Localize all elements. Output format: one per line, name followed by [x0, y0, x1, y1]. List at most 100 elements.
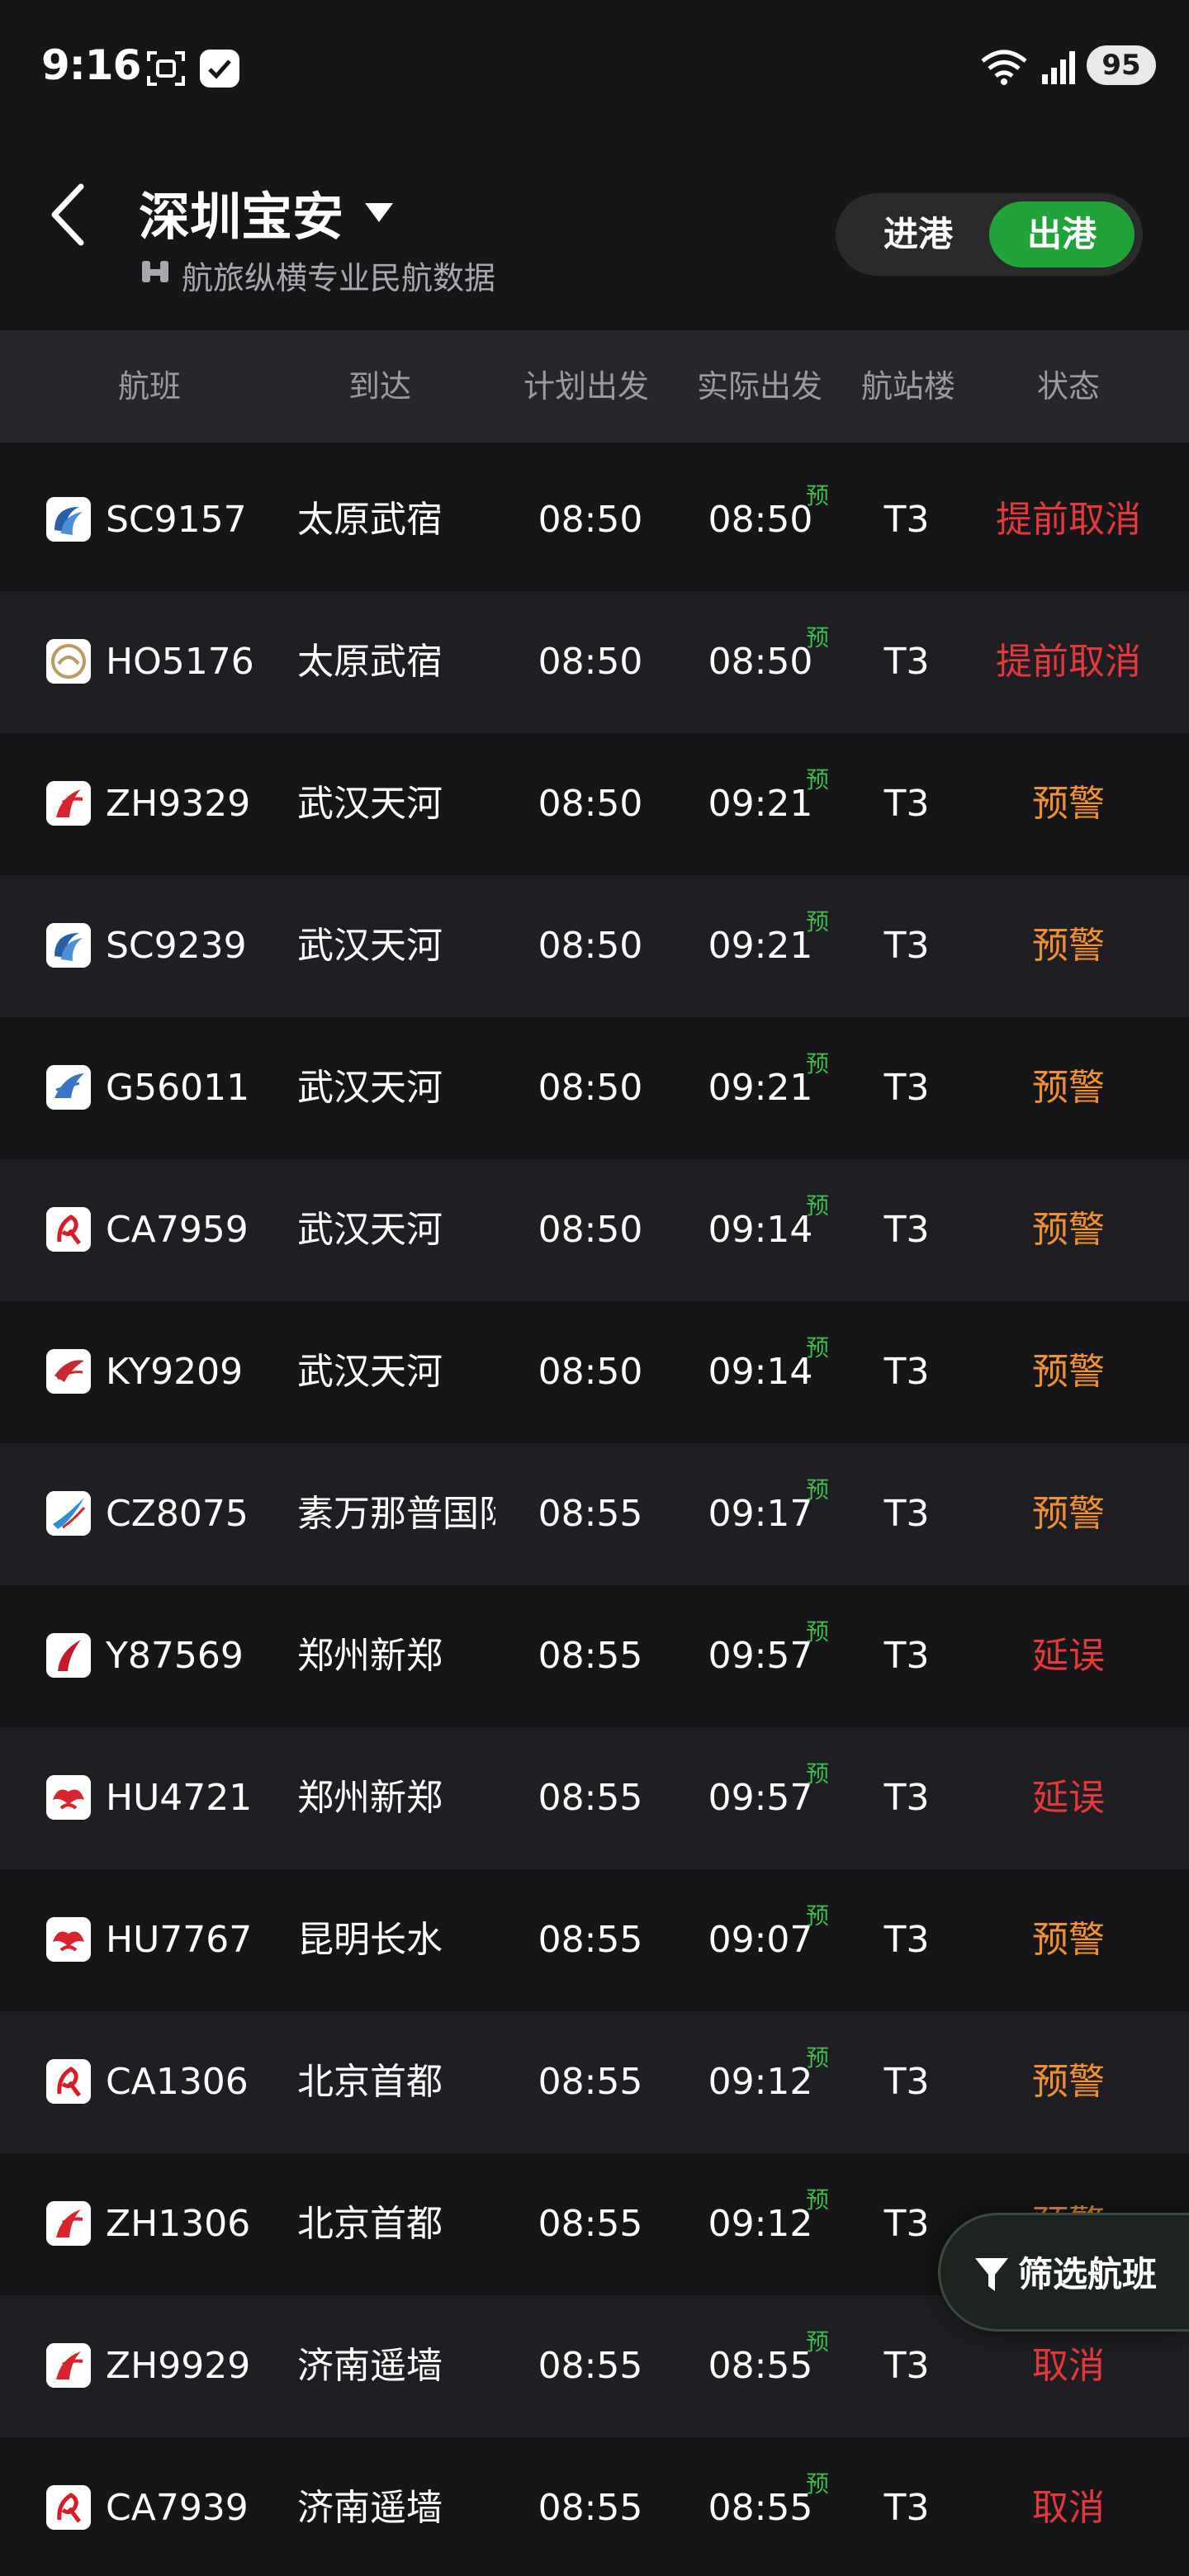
status-badge: 延误 — [1032, 1777, 1105, 1819]
tab-departures[interactable]: 出港 — [989, 201, 1135, 268]
shenzhen-airlines-icon — [46, 2343, 91, 2388]
flight-row[interactable]: CA7959 武汉天河 08:50 09:14 预 T3 预警 — [0, 1159, 1189, 1301]
flight-row[interactable]: SC9239 武汉天河 08:50 09:21 预 T3 预警 — [0, 875, 1189, 1017]
app-subtitle: 航旅纵横专业民航数据 — [182, 260, 496, 296]
caret-down-icon[interactable] — [363, 200, 395, 225]
flight-number: G56011 — [106, 1067, 250, 1109]
flight-number: Y87569 — [106, 1635, 244, 1677]
planned-departure: 08:50 — [538, 1351, 643, 1393]
destination: 武汉天河 — [297, 1209, 443, 1251]
air-china-icon — [46, 2059, 91, 2104]
col-terminal: 航站楼 — [860, 368, 955, 405]
hainan-airlines-icon — [46, 1917, 91, 1962]
planned-departure: 08:50 — [538, 1209, 643, 1251]
actual-departure: 08:50 — [708, 499, 813, 541]
destination: 北京首都 — [297, 2203, 443, 2245]
filter-flights-button[interactable]: 筛选航班 — [938, 2213, 1189, 2332]
flight-number: CA7939 — [106, 2487, 249, 2529]
flight-number: HU7767 — [106, 1919, 253, 1961]
status-badge: 提前取消 — [996, 641, 1141, 683]
destination: 郑州新郑 — [297, 1777, 443, 1819]
estimate-mark: 预 — [806, 1760, 830, 1788]
back-arrow-icon[interactable] — [46, 182, 88, 248]
actual-departure: 09:07 — [708, 1919, 813, 1961]
destination: 济南遥墙 — [297, 2345, 443, 2387]
actual-departure: 09:14 — [708, 1351, 813, 1393]
col-status: 状态 — [1036, 368, 1100, 405]
flight-number: CA1306 — [106, 2061, 249, 2103]
flight-row[interactable]: CA1306 北京首都 08:55 09:12 预 T3 预警 — [0, 2011, 1189, 2153]
actual-departure: 09:57 — [708, 1777, 813, 1819]
wifi-icon — [981, 50, 1027, 85]
terminal: T3 — [883, 499, 930, 541]
estimate-mark: 预 — [806, 1192, 830, 1219]
flight-row[interactable]: HU7767 昆明长水 08:55 09:07 预 T3 预警 — [0, 1869, 1189, 2011]
flight-number: ZH1306 — [106, 2203, 251, 2245]
destination: 郑州新郑 — [297, 1635, 443, 1677]
flight-row[interactable]: HO5176 太原武宿 08:50 08:50 预 T3 提前取消 — [0, 591, 1189, 733]
col-planned-departure: 计划出发 — [523, 368, 649, 405]
actual-departure: 09:12 — [708, 2203, 813, 2245]
estimate-mark: 预 — [806, 2470, 830, 2498]
actual-departure: 08:55 — [708, 2487, 813, 2529]
planned-departure: 08:50 — [538, 499, 643, 541]
flight-row[interactable]: HU4721 郑州新郑 08:55 09:57 预 T3 延误 — [0, 1727, 1189, 1869]
status-badge: 预警 — [1032, 1919, 1105, 1961]
planned-departure: 08:55 — [538, 1635, 643, 1677]
destination: 武汉天河 — [297, 925, 443, 967]
signal-icon — [1042, 51, 1075, 84]
col-actual-departure: 实际出发 — [696, 368, 822, 405]
col-flight: 航班 — [117, 368, 181, 405]
planned-departure: 08:50 — [538, 1067, 643, 1109]
terminal: T3 — [883, 2061, 930, 2103]
destination: 素万那普国际 — [297, 1493, 495, 1535]
planned-departure: 08:50 — [538, 641, 643, 683]
app-notification-icon — [200, 50, 239, 88]
actual-departure: 09:12 — [708, 2061, 813, 2103]
estimate-mark: 预 — [806, 1334, 830, 1361]
airport-title[interactable]: 深圳宝安 — [139, 175, 343, 249]
estimate-mark: 预 — [806, 1476, 830, 1503]
flight-row[interactable]: KY9209 武汉天河 08:50 09:14 预 T3 预警 — [0, 1301, 1189, 1443]
sichuan-airlines-icon — [46, 923, 91, 968]
flight-row[interactable]: SC9157 太原武宿 08:50 08:50 预 T3 提前取消 — [0, 449, 1189, 591]
destination: 济南遥墙 — [297, 2487, 443, 2529]
actual-departure: 09:21 — [708, 783, 813, 825]
direction-toggle: 进港 出港 — [836, 193, 1143, 276]
actual-departure: 09:21 — [708, 1067, 813, 1109]
terminal: T3 — [883, 1209, 930, 1251]
hainan-airlines-icon — [46, 1775, 91, 1820]
actual-departure: 09:57 — [708, 1635, 813, 1677]
tab-arrivals[interactable]: 进港 — [849, 201, 988, 268]
kunming-airlines-icon — [46, 1349, 91, 1394]
flight-number: HO5176 — [106, 641, 254, 683]
estimate-mark: 预 — [806, 1050, 830, 1077]
planned-departure: 08:55 — [538, 2487, 643, 2529]
terminal: T3 — [883, 1777, 930, 1819]
app-logo-icon — [142, 261, 168, 282]
terminal: T3 — [883, 641, 930, 683]
flight-row[interactable]: ZH9329 武汉天河 08:50 09:21 预 T3 预警 — [0, 733, 1189, 875]
planned-departure: 08:50 — [538, 925, 643, 967]
flight-number: CA7959 — [106, 1209, 249, 1251]
flight-number: SC9239 — [106, 925, 247, 967]
status-badge: 延误 — [1032, 1635, 1105, 1677]
actual-departure: 09:21 — [708, 925, 813, 967]
planned-departure: 08:55 — [538, 1493, 643, 1535]
flight-row[interactable]: Y87569 郑州新郑 08:55 09:57 预 T3 延误 — [0, 1585, 1189, 1727]
flight-row[interactable]: CZ8075 素万那普国际 08:55 09:17 预 T3 预警 — [0, 1443, 1189, 1585]
status-badge: 预警 — [1032, 1209, 1105, 1251]
planned-departure: 08:50 — [538, 783, 643, 825]
planned-departure: 08:55 — [538, 1777, 643, 1819]
flight-row[interactable]: G56011 武汉天河 08:50 09:21 预 T3 预警 — [0, 1017, 1189, 1159]
planned-departure: 08:55 — [538, 2061, 643, 2103]
status-time: 9:16 — [41, 41, 141, 89]
terminal: T3 — [883, 783, 930, 825]
actual-departure: 09:17 — [708, 1493, 813, 1535]
flight-row[interactable]: CA7939 济南遥墙 08:55 08:55 预 T3 取消 — [0, 2437, 1189, 2576]
destination: 武汉天河 — [297, 783, 443, 825]
planned-departure: 08:55 — [538, 1919, 643, 1961]
terminal: T3 — [883, 1493, 930, 1535]
flight-number: HU4721 — [106, 1777, 253, 1819]
estimate-mark: 预 — [806, 2328, 830, 2356]
